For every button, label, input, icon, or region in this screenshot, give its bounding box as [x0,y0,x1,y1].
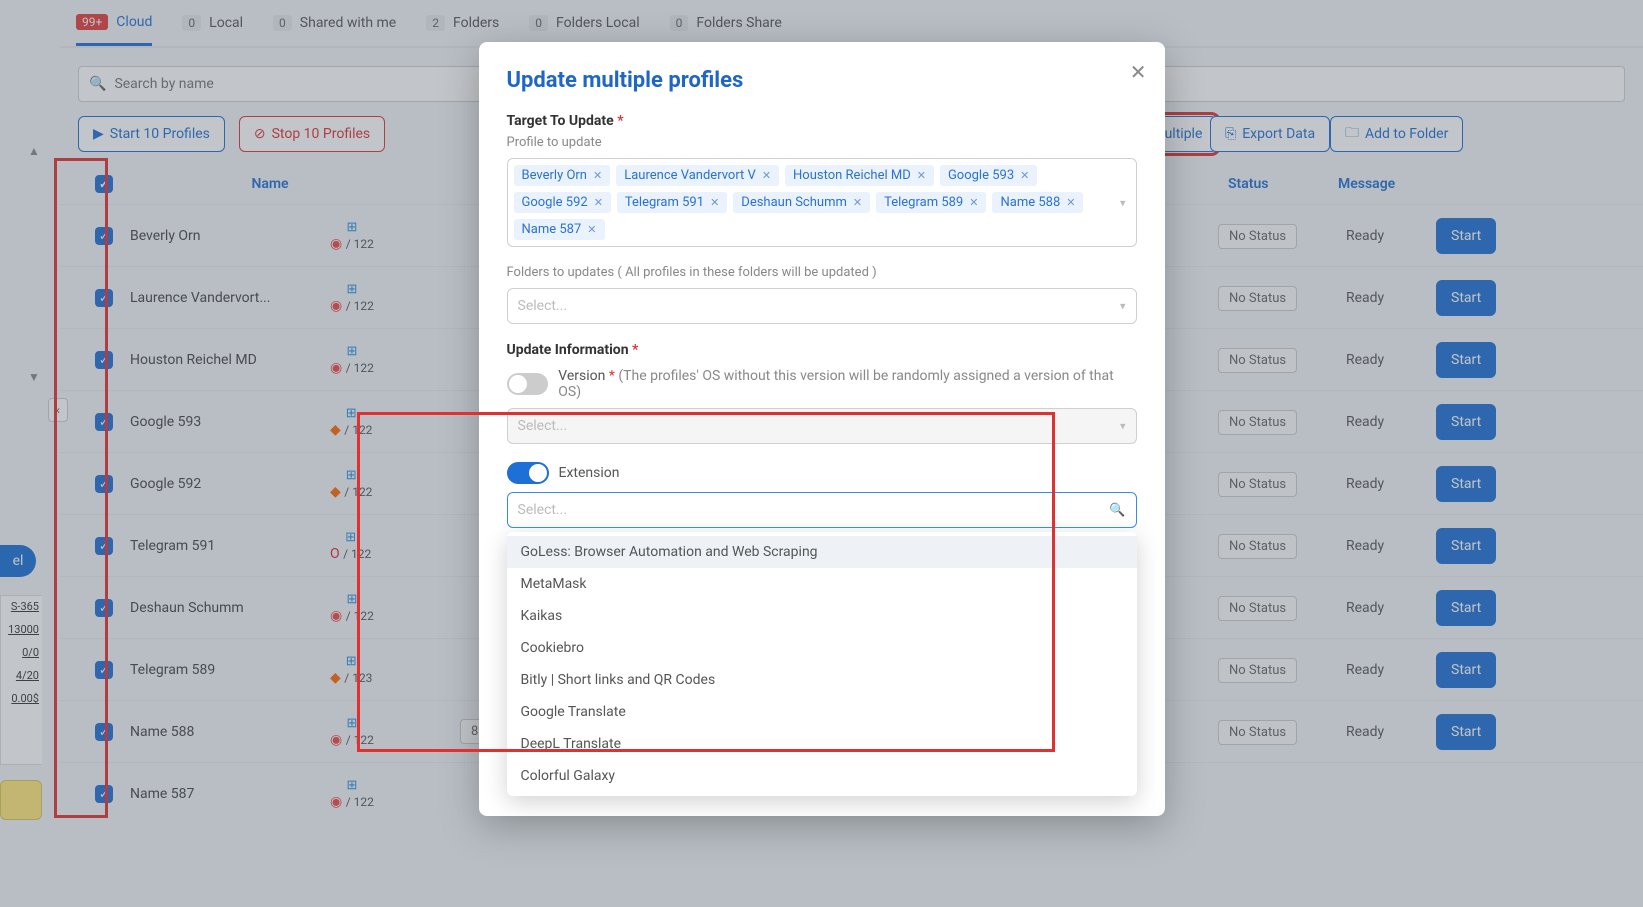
search-icon: 🔍 [1109,503,1125,518]
extension-option[interactable]: Cookiebro [507,632,1137,664]
extension-option[interactable]: DeepL Translate [507,728,1137,760]
profile-chip[interactable]: Telegram 591 ✕ [617,192,727,213]
extension-option[interactable]: Kaikas [507,600,1137,632]
profile-chip[interactable]: Name 588 ✕ [992,192,1083,213]
version-label: Version * (The profiles' OS without this… [558,368,1136,400]
placeholder: Select... [518,298,568,314]
profile-chip[interactable]: Houston Reichel MD ✕ [785,165,934,186]
extension-option[interactable]: Colorful Galaxy [507,760,1137,792]
chevron-down-icon[interactable]: ▾ [1120,300,1126,313]
profiles-multiselect[interactable]: Beverly Orn ✕Laurence Vandervort V ✕ Hous… [507,158,1137,247]
extension-option[interactable]: Bitly | Short links and QR Codes [507,664,1137,696]
version-select[interactable]: Select... ▾ [507,408,1137,444]
extension-option[interactable]: GoLess: Browser Automation and Web Scrap… [507,536,1137,568]
remove-chip-icon[interactable]: ✕ [969,196,978,209]
profile-chip[interactable]: Name 587 ✕ [514,219,605,240]
remove-chip-icon[interactable]: ✕ [594,196,603,209]
profile-chip[interactable]: Telegram 589 ✕ [876,192,986,213]
extension-label: Extension [559,465,620,481]
folders-select[interactable]: Select... ▾ [507,288,1137,324]
folders-sublabel: Folders to updates ( All profiles in the… [507,265,1137,280]
profile-chip[interactable]: Deshaun Schumm ✕ [733,192,870,213]
target-label: Target To Update * [507,113,1137,129]
extension-dropdown: GoLess: Browser Automation and Web Scrap… [507,532,1137,796]
update-info-label: Update Information * [507,342,1137,358]
remove-chip-icon[interactable]: ✕ [917,169,926,182]
modal-title: Update multiple profiles [507,68,1137,93]
extension-option[interactable]: Google Translate [507,696,1137,728]
remove-chip-icon[interactable]: ✕ [1020,169,1029,182]
remove-chip-icon[interactable]: ✕ [1066,196,1075,209]
placeholder: Select... [518,418,568,434]
remove-chip-icon[interactable]: ✕ [762,169,771,182]
remove-chip-icon[interactable]: ✕ [587,223,596,236]
remove-chip-icon[interactable]: ✕ [593,169,602,182]
close-icon[interactable]: ✕ [1130,60,1147,84]
profile-chip[interactable]: Beverly Orn ✕ [514,165,611,186]
profile-chip[interactable]: Google 592 ✕ [514,192,611,213]
extension-toggle[interactable] [507,462,549,484]
profile-chip[interactable]: Laurence Vandervort V ✕ [616,165,779,186]
placeholder: Select... [518,502,568,518]
remove-chip-icon[interactable]: ✕ [710,196,719,209]
extension-select[interactable]: Select... 🔍 [507,492,1137,528]
profile-chip[interactable]: Google 593 ✕ [940,165,1037,186]
extension-option[interactable]: MetaMask [507,568,1137,600]
update-profiles-modal: ✕ Update multiple profiles Target To Upd… [479,42,1165,816]
version-toggle[interactable] [507,373,549,395]
profile-sublabel: Profile to update [507,135,1137,150]
chevron-down-icon[interactable]: ▾ [1120,420,1126,433]
remove-chip-icon[interactable]: ✕ [853,196,862,209]
chevron-down-icon[interactable]: ▾ [1120,196,1126,209]
